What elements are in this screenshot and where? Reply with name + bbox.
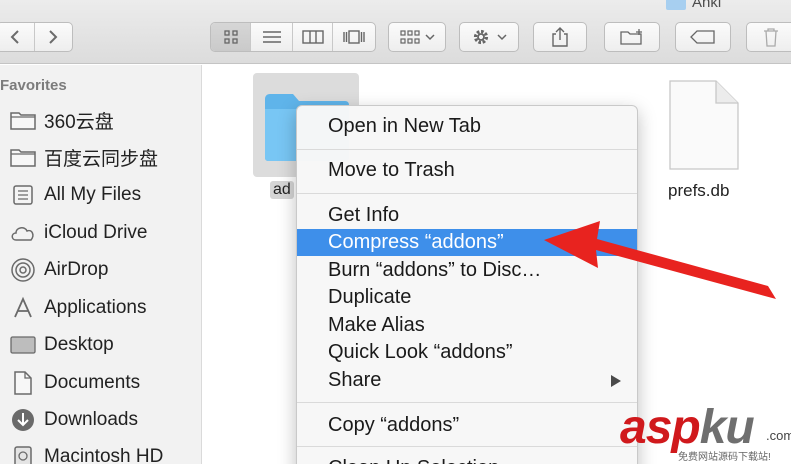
sidebar-item-label: AirDrop (44, 259, 109, 280)
sidebar-heading: Favorites (0, 77, 67, 94)
coverflow-view-icon (343, 30, 365, 44)
sidebar-item-baidu[interactable]: 百度云同步盘 (0, 142, 202, 172)
menu-separator (297, 402, 637, 403)
menu-item-clean-up-selection[interactable]: Clean Up Selection (297, 455, 637, 464)
arrange-button[interactable] (389, 23, 445, 51)
menu-item-make-alias[interactable]: Make Alias (297, 312, 637, 339)
new-folder-button[interactable] (605, 23, 659, 51)
nav-buttons (0, 22, 73, 52)
downloads-icon (7, 407, 39, 433)
tag-button[interactable] (676, 23, 730, 51)
sidebar-item-label: Applications (44, 297, 147, 318)
trash-group (746, 22, 791, 52)
arrange-icon (399, 30, 420, 44)
menu-item-quick-look[interactable]: Quick Look “addons” (297, 339, 637, 366)
action-menu[interactable] (459, 22, 519, 52)
sidebar-item-label: Macintosh HD (44, 446, 164, 464)
sidebar-item-airdrop[interactable]: AirDrop (0, 255, 202, 285)
watermark-logo: aspku (620, 400, 755, 455)
submenu-arrow-icon (611, 375, 621, 387)
chevron-left-icon (10, 30, 19, 44)
sidebar-item-label: Documents (44, 372, 141, 393)
watermark: aspku .com 免费网站源码下载站! (618, 398, 791, 464)
sidebar-item-all-my-files[interactable]: All My Files (0, 180, 202, 210)
chevron-right-icon (49, 30, 58, 44)
sidebar-item-desktop[interactable]: Desktop (0, 330, 202, 360)
watermark-subtitle: 免费网站源码下载站! (678, 452, 771, 463)
all-files-icon (7, 182, 39, 208)
watermark-accent: ku (699, 401, 755, 454)
menu-separator (297, 446, 637, 447)
back-button[interactable] (0, 23, 35, 51)
view-mode-buttons (210, 22, 376, 52)
sidebar-item-label: Downloads (44, 409, 138, 430)
airdrop-icon (7, 257, 39, 283)
trash-icon (764, 28, 778, 47)
icon-view-button[interactable] (211, 23, 251, 51)
document-icon[interactable] (668, 79, 740, 171)
menu-item-compress[interactable]: Compress “addons” (297, 229, 637, 256)
trash-button[interactable] (747, 23, 791, 51)
title-folder-icon (666, 0, 686, 10)
file-name: prefs.db (668, 181, 730, 200)
applications-icon (7, 295, 39, 321)
list-view-button[interactable] (251, 23, 293, 51)
menu-item-move-to-trash[interactable]: Move to Trash (297, 157, 637, 184)
sidebar-item-macintosh-hd[interactable]: Macintosh HD (0, 442, 202, 464)
sidebar: Favorites 360云盘 百度云同步盘 All My Files iClo… (0, 65, 202, 464)
sidebar-item-label: iCloud Drive (44, 222, 148, 243)
forward-button[interactable] (35, 23, 73, 51)
icon-view-icon (223, 30, 238, 44)
arrange-menu[interactable] (388, 22, 446, 52)
list-view-icon (262, 31, 281, 43)
action-button[interactable] (460, 23, 518, 51)
column-view-icon (301, 30, 324, 44)
window-title-text: Anki (692, 0, 722, 11)
menu-item-burn-to-disc[interactable]: Burn “addons” to Disc… (297, 257, 637, 284)
menu-item-open-in-new-tab[interactable]: Open in New Tab (297, 113, 637, 140)
sidebar-item-label: Desktop (44, 334, 114, 355)
desktop-icon (7, 332, 39, 358)
sidebar-item-360[interactable]: 360云盘 (0, 105, 202, 135)
sidebar-item-icloud-drive[interactable]: iCloud Drive (0, 218, 202, 248)
sidebar-item-label: 360云盘 (44, 111, 114, 133)
watermark-main: asp (620, 401, 701, 454)
sidebar-item-documents[interactable]: Documents (0, 368, 202, 398)
sidebar-item-label: All My Files (44, 184, 142, 205)
menu-item-copy[interactable]: Copy “addons” (297, 412, 637, 439)
file-name: ad (270, 181, 294, 199)
coverflow-view-button[interactable] (333, 23, 375, 51)
column-view-button[interactable] (293, 23, 333, 51)
chevron-down-icon (497, 34, 507, 41)
share-group (533, 22, 587, 52)
context-menu: Open in New Tab Move to Trash Get Info C… (296, 105, 638, 464)
menu-separator (297, 193, 637, 194)
disk-icon (7, 444, 39, 464)
folder-icon (7, 107, 39, 133)
window-title: Anki (666, 0, 721, 11)
chevron-down-icon (424, 34, 435, 41)
documents-icon (7, 370, 39, 396)
cloud-icon (7, 220, 39, 246)
menu-item-label: Share (328, 369, 382, 391)
new-folder-icon (620, 29, 642, 45)
new-folder-group (604, 22, 660, 52)
share-button[interactable] (534, 23, 586, 51)
gear-icon (473, 29, 489, 45)
menu-item-duplicate[interactable]: Duplicate (297, 284, 637, 311)
toolbar: Anki (0, 0, 791, 64)
menu-item-share[interactable]: Share (297, 367, 637, 394)
tag-group (675, 22, 731, 52)
folder-icon (7, 144, 39, 170)
sidebar-item-applications[interactable]: Applications (0, 293, 202, 323)
sidebar-item-downloads[interactable]: Downloads (0, 405, 202, 435)
sidebar-item-label: 百度云同步盘 (44, 148, 159, 170)
share-icon (552, 27, 568, 47)
tag-icon (690, 30, 715, 44)
menu-item-get-info[interactable]: Get Info (297, 202, 637, 229)
watermark-suffix: .com (766, 428, 791, 443)
menu-separator (297, 149, 637, 150)
